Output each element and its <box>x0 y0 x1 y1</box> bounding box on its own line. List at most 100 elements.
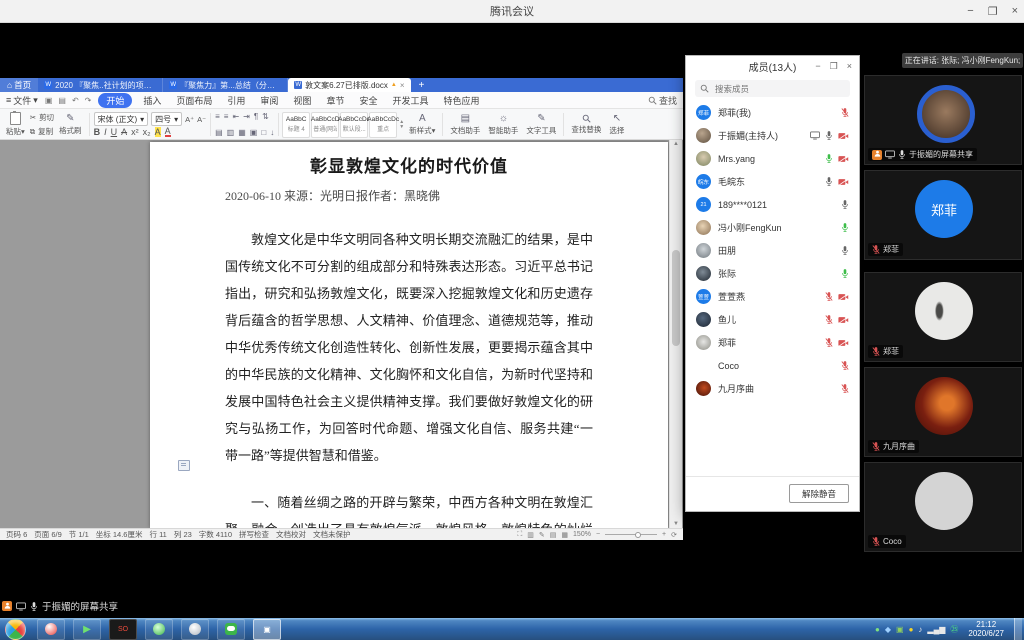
gallery-scroll-icons[interactable]: ▲▼ <box>398 120 405 130</box>
mic-icon[interactable] <box>825 130 833 141</box>
bullet-list-icon[interactable]: ≡ <box>215 112 220 121</box>
doc-helper-button[interactable]: ▤ 文档助手 <box>446 111 484 138</box>
undo-icon[interactable]: ↶ <box>72 96 79 105</box>
member-row[interactable]: 皖东 毛皖东 <box>686 170 859 193</box>
style-emphasis[interactable]: AaBbCcDc 重点 <box>369 112 397 138</box>
doc-tab-1[interactable]: W 2020 『聚焦..社计划的项目模板 <box>38 78 163 92</box>
save-icon[interactable]: ▣ <box>45 96 53 105</box>
camera-off-icon[interactable] <box>838 155 849 163</box>
read-layout-icon[interactable]: ▥ <box>527 531 534 539</box>
tab-view[interactable]: 视图 <box>289 93 315 108</box>
taskbar-icon-media-player[interactable]: ▶ <box>73 619 101 640</box>
shrink-font-button[interactable]: A⁻ <box>197 115 206 124</box>
camera-off-icon[interactable] <box>838 132 849 140</box>
print-icon[interactable]: ▤ <box>58 96 66 105</box>
font-color-button[interactable]: A <box>165 127 171 137</box>
member-row[interactable]: 21 189****0121 <box>686 193 859 216</box>
bold-button[interactable]: B <box>94 127 101 137</box>
scroll-down-icon[interactable]: ▼ <box>670 521 682 527</box>
mic-icon[interactable] <box>841 199 849 210</box>
camera-off-icon[interactable] <box>838 178 849 186</box>
video-tile[interactable]: 九月序曲 <box>864 367 1022 457</box>
find-button[interactable]: 查找 <box>648 94 677 107</box>
tray-volume-icon[interactable]: ♪ <box>918 625 922 634</box>
member-row[interactable]: 于振媚(主持人) <box>686 124 859 147</box>
taskbar-clock[interactable]: 21:12 2020/6/27 <box>963 620 1009 638</box>
member-search[interactable] <box>695 80 850 97</box>
align-justify-icon[interactable]: ▦ <box>238 128 246 137</box>
taskbar-icon-qq[interactable] <box>37 619 65 640</box>
member-row[interactable]: Mrs.yang <box>686 147 859 170</box>
style-heading4[interactable]: AaBbC 标题 4 <box>282 112 310 138</box>
tab-references[interactable]: 引用 <box>223 93 249 108</box>
smart-assist-button[interactable]: ☼ 智能助手 <box>484 111 522 138</box>
close-tab-icon[interactable]: × <box>400 81 405 90</box>
outline-layout-icon[interactable]: ▦ <box>561 531 568 539</box>
show-desktop-button[interactable] <box>1014 618 1022 640</box>
member-row[interactable]: 郑菲 郑菲(我) <box>686 101 859 124</box>
search-input[interactable] <box>713 83 837 95</box>
grow-font-button[interactable]: A⁺ <box>185 115 194 124</box>
zoom-knob[interactable] <box>635 532 641 538</box>
mic-icon[interactable] <box>841 245 849 256</box>
minimize-icon[interactable]: − <box>815 61 820 71</box>
cut-button[interactable]: ✂ 剪切 <box>30 112 54 123</box>
unmute-button[interactable]: 解除静音 <box>789 484 849 503</box>
member-row[interactable]: 萱萱 萱萱燕 <box>686 285 859 308</box>
indent-increase-icon[interactable]: ⇥ <box>243 112 250 121</box>
tray-shield-icon[interactable]: ▣ <box>896 625 904 634</box>
tab-review[interactable]: 审阅 <box>256 93 282 108</box>
shading-icon[interactable]: ▣ <box>250 128 258 137</box>
tray-network-icon[interactable]: ▂▄▆ <box>927 625 945 634</box>
align-center-icon[interactable]: ▥ <box>227 128 235 137</box>
video-tile[interactable]: Coco <box>864 462 1022 552</box>
border-icon[interactable]: □ <box>261 128 266 137</box>
redo-icon[interactable]: ↷ <box>85 96 92 105</box>
taskbar-icon-wechat[interactable] <box>217 619 245 640</box>
status-protection[interactable]: 文档未保护 <box>313 529 351 540</box>
start-button[interactable] <box>5 619 26 640</box>
taskbar-icon-ie[interactable] <box>181 619 209 640</box>
status-word-count[interactable]: 字数 4110 <box>199 529 232 540</box>
zoom-out-icon[interactable]: − <box>596 531 600 538</box>
style-default-para[interactable]: AaBbCcDd 默认段... <box>340 112 368 138</box>
video-tile-screen-share[interactable]: 于振媚的屏幕共享 <box>864 75 1022 165</box>
find-replace-button[interactable]: 查找替换 <box>567 111 605 138</box>
number-list-icon[interactable]: ≡ <box>224 112 229 121</box>
close-icon[interactable]: × <box>1012 5 1018 17</box>
taskbar-icon-sogou[interactable]: SO <box>109 619 137 640</box>
taskbar-icon-360-browser[interactable] <box>145 619 173 640</box>
paste-button[interactable]: 粘贴▾ <box>2 111 29 138</box>
zoom-slider[interactable] <box>605 534 657 535</box>
mic-icon[interactable] <box>825 176 833 187</box>
mic-active-icon[interactable] <box>841 222 849 233</box>
maximize-icon[interactable]: ❐ <box>988 5 998 18</box>
member-row[interactable]: Coco <box>686 354 859 377</box>
tab-insert[interactable]: 插入 <box>139 93 165 108</box>
doc-tab-active[interactable]: W 敦文案6.27已排版.docx ▲ × <box>288 78 411 92</box>
indent-decrease-icon[interactable]: ⇤ <box>232 112 239 121</box>
select-button[interactable]: ↖ 选择 <box>605 111 628 138</box>
strikethrough-button[interactable]: A <box>121 127 127 137</box>
camera-off-icon[interactable] <box>838 293 849 301</box>
font-size-select[interactable]: 四号 ▾ <box>151 112 182 126</box>
web-layout-icon[interactable]: ▤ <box>550 531 557 539</box>
tray-app-icon[interactable]: ◆ <box>885 625 891 634</box>
camera-off-icon[interactable] <box>838 339 849 347</box>
paragraph-mark-icon[interactable]: ¶ <box>254 112 258 121</box>
mic-active-icon[interactable] <box>841 268 849 279</box>
font-name-select[interactable]: 宋体 (正文) ▾ <box>94 112 149 126</box>
underline-button[interactable]: U <box>111 127 118 137</box>
close-icon[interactable]: × <box>847 61 852 71</box>
sort-icon[interactable]: ↓ <box>270 128 274 137</box>
comment-marker-icon[interactable] <box>178 460 190 471</box>
status-spellcheck[interactable]: 拼写检查 <box>239 529 269 540</box>
video-tile[interactable]: 郑菲 郑菲 <box>864 170 1022 260</box>
minimize-icon[interactable]: − <box>967 5 973 17</box>
style-normal-web[interactable]: AaBbCcD 普通(网站) <box>311 112 339 138</box>
mic-muted-icon[interactable] <box>841 360 849 371</box>
mic-muted-icon[interactable] <box>841 383 849 394</box>
new-style-button[interactable]: A 新样式▾ <box>405 111 439 138</box>
vertical-scrollbar[interactable]: ▲ ▼ <box>669 140 682 528</box>
line-spacing-icon[interactable]: ⇅ <box>262 112 269 121</box>
